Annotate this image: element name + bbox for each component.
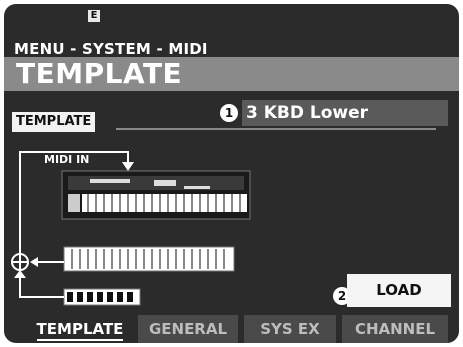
upper-keyboard-icon: [61, 170, 251, 220]
tab-template-label: TEMPLATE: [36, 320, 124, 341]
pedal-arrow-icon: [14, 270, 26, 278]
tab-general-label: GENERAL: [148, 320, 228, 338]
pedalboard-icon: [63, 288, 141, 306]
load-button[interactable]: LOAD: [347, 274, 451, 307]
tab-channel-label: CHANNEL: [354, 320, 436, 338]
midi-in-label: MIDI IN: [44, 153, 90, 166]
tab-channel[interactable]: CHANNEL: [342, 315, 448, 343]
tab-template[interactable]: TEMPLATE: [28, 315, 132, 343]
lower-keyboard-icon: [63, 246, 235, 272]
tab-sys-ex-label: SYS EX: [260, 320, 320, 338]
lower-arrow-icon: [30, 257, 38, 267]
tab-general[interactable]: GENERAL: [138, 315, 238, 343]
tab-bar: TEMPLATE GENERAL SYS EX CHANNEL: [4, 315, 459, 343]
display-screen: E MENU - SYSTEM - MIDI TEMPLATE TEMPLATE…: [4, 4, 459, 343]
midi-in-arrow-icon: [122, 162, 134, 171]
tab-sys-ex[interactable]: SYS EX: [244, 315, 336, 343]
